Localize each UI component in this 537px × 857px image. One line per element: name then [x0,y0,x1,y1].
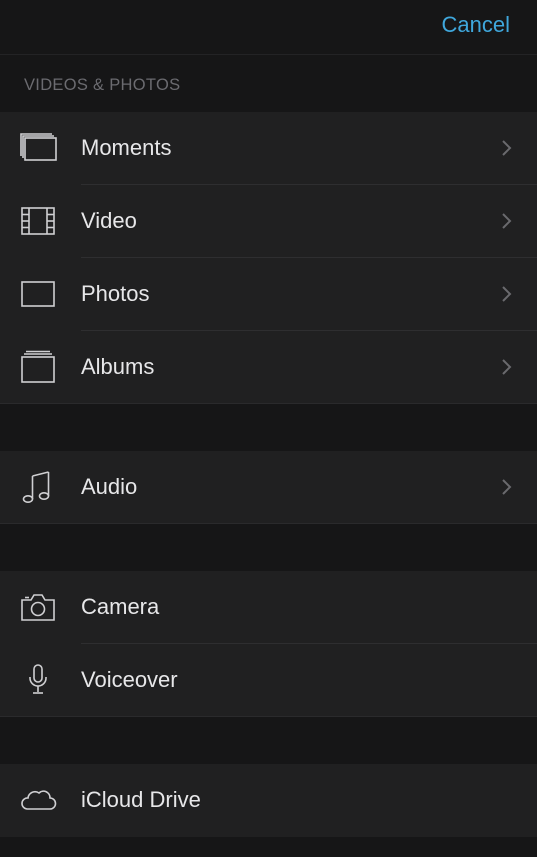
cloud-icon [18,782,58,818]
audio-group: Audio [0,451,537,524]
microphone-icon [18,662,58,698]
row-camera-label: Camera [81,594,160,619]
top-bar: Cancel [0,0,537,55]
cloud-group: iCloud Drive [0,764,537,837]
section-header-videos-photos: VIDEOS & PHOTOS [24,76,181,94]
row-audio-label: Audio [81,474,138,499]
capture-group: Camera Voiceover [0,571,537,717]
photo-frame-icon [18,276,58,312]
row-icloud-drive[interactable]: iCloud Drive [0,764,537,837]
row-moments[interactable]: Moments [0,112,537,185]
row-audio[interactable]: Audio [0,451,537,524]
chevron-right-icon [501,211,513,231]
row-photos[interactable]: Photos [0,258,537,331]
row-voiceover-label: Voiceover [81,667,178,692]
chevron-right-icon [501,138,513,158]
moments-icon [18,130,58,166]
row-icloud-drive-label: iCloud Drive [81,787,201,812]
camera-icon [18,589,58,625]
row-camera[interactable]: Camera [0,571,537,644]
albums-icon [18,349,58,385]
row-video-label: Video [81,208,137,233]
chevron-right-icon [501,477,513,497]
chevron-right-icon [501,357,513,377]
film-icon [18,203,58,239]
cancel-button[interactable]: Cancel [442,12,510,38]
row-albums[interactable]: Albums [0,331,537,404]
group-divider [0,523,537,524]
row-voiceover[interactable]: Voiceover [0,644,537,717]
group-divider [0,403,537,404]
row-moments-label: Moments [81,135,172,160]
row-video[interactable]: Video [0,185,537,258]
videos-photos-group: Moments Video Photos Albums [0,112,537,404]
media-picker-screen: Cancel VIDEOS & PHOTOS Moments Video Pho… [0,0,537,857]
chevron-right-icon [501,284,513,304]
group-divider [0,716,537,717]
row-photos-label: Photos [81,281,150,306]
row-albums-label: Albums [81,354,155,379]
music-note-icon [18,469,58,505]
